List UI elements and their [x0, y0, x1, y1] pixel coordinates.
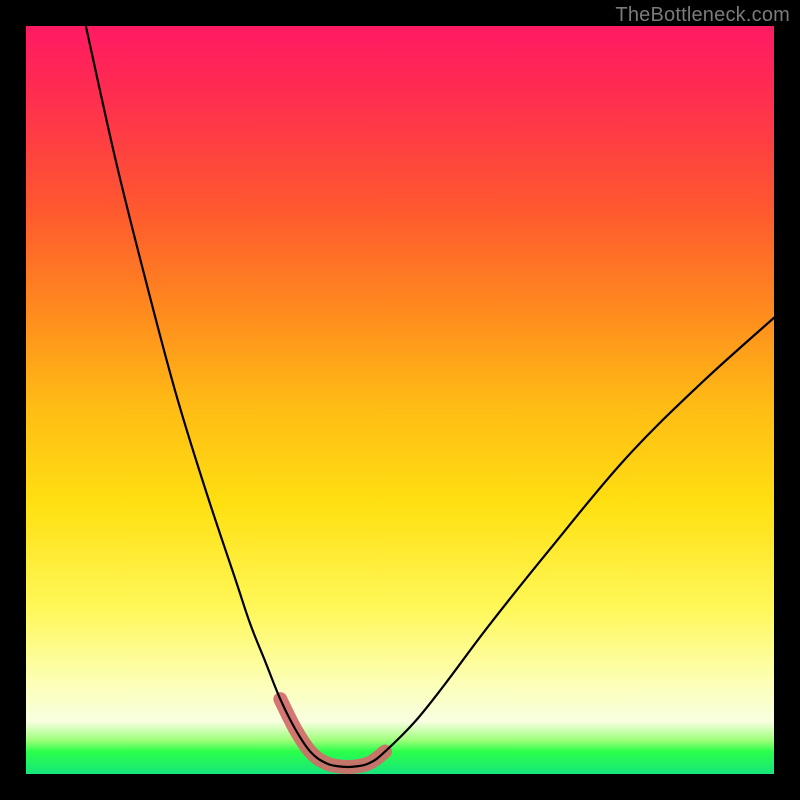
optimal-range-marker	[280, 699, 385, 767]
chart-frame: TheBottleneck.com	[0, 0, 800, 800]
chart-svg	[26, 26, 774, 774]
plot-area	[26, 26, 774, 774]
watermark-text: TheBottleneck.com	[615, 4, 790, 27]
bottleneck-curve	[86, 26, 774, 767]
